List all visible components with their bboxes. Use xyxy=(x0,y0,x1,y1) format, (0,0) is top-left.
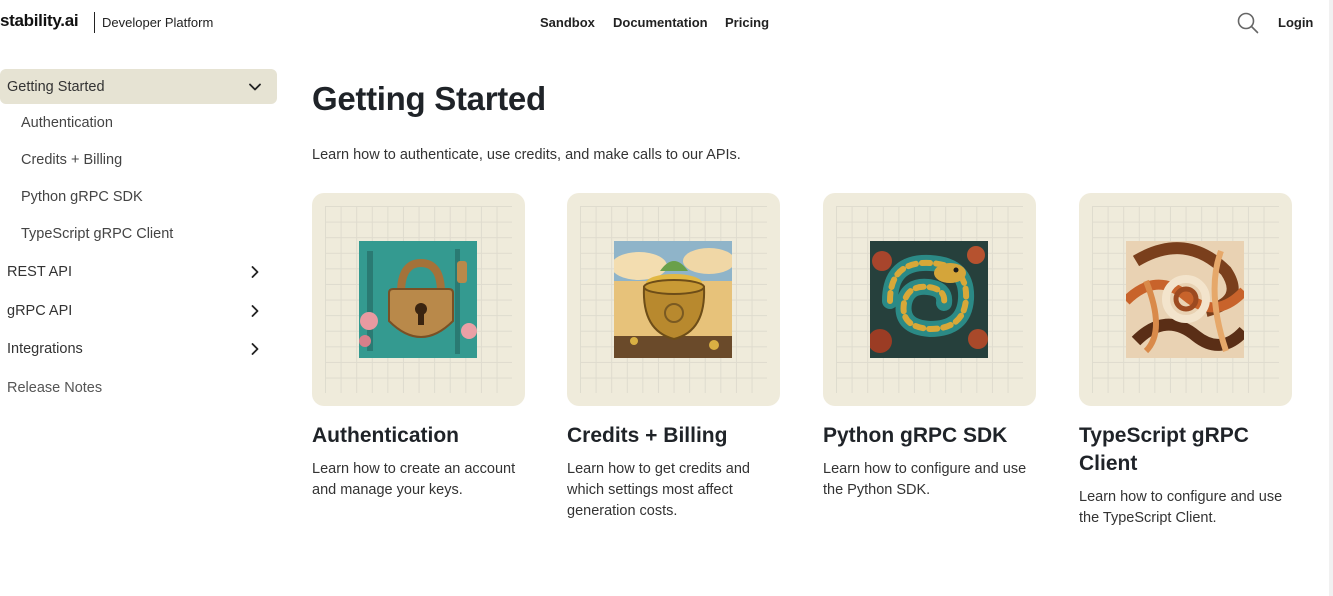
card-description: Learn how to create an account and manag… xyxy=(312,461,516,498)
sidebar-item-label: Authentication xyxy=(21,115,113,131)
sidebar-item-typescript-client[interactable]: TypeScript gRPC Client xyxy=(0,216,277,251)
platform-label: Developer Platform xyxy=(102,15,214,30)
page-description: Learn how to authenticate, use credits, … xyxy=(312,147,741,163)
card-image-frame xyxy=(823,193,1036,406)
stability-logo[interactable]: stability.ai xyxy=(0,11,79,31)
login-link[interactable]: Login xyxy=(1278,15,1313,30)
sidebar-item-label: Release Notes xyxy=(7,380,103,396)
sidebar-item-release-notes[interactable]: Release Notes xyxy=(0,370,277,405)
sidebar-item-authentication[interactable]: Authentication xyxy=(0,105,277,140)
card-description: Learn how to get credits and which setti… xyxy=(567,461,750,519)
sidebar-item-label: Getting Started xyxy=(7,79,105,95)
card-typescript-client[interactable]: TypeScript gRPC Client Learn how to conf… xyxy=(1079,193,1293,526)
card-image-frame xyxy=(567,193,780,406)
sidebar-item-integrations[interactable]: Integrations xyxy=(0,331,277,366)
card-description: Learn how to configure and use the Pytho… xyxy=(823,461,1027,498)
card-python-sdk[interactable]: Python gRPC SDK Learn how to configure a… xyxy=(823,193,1037,498)
chevron-right-icon[interactable] xyxy=(247,341,263,357)
chevron-right-icon[interactable] xyxy=(247,303,263,319)
card-credits-billing[interactable]: Credits + Billing Learn how to get credi… xyxy=(567,193,781,519)
nav-sandbox[interactable]: Sandbox xyxy=(540,15,595,30)
search-icon[interactable] xyxy=(1237,12,1259,34)
sidebar-item-getting-started[interactable]: Getting Started xyxy=(0,69,277,104)
card-authentication[interactable]: Authentication Learn how to create an ac… xyxy=(312,193,526,498)
abstract-swirl-image xyxy=(1126,241,1244,358)
sidebar-item-python-sdk[interactable]: Python gRPC SDK xyxy=(0,179,277,214)
card-title: TypeScript gRPC Client xyxy=(1079,424,1249,475)
top-header: stability.ai Developer Platform Sandbox … xyxy=(0,0,1333,46)
sidebar-item-label: Python gRPC SDK xyxy=(21,189,143,205)
nav-documentation[interactable]: Documentation xyxy=(613,15,708,30)
page-title: Getting Started xyxy=(312,80,546,117)
page-scrollbar[interactable] xyxy=(1329,0,1333,596)
sidebar-item-label: Credits + Billing xyxy=(21,152,123,168)
card-title: Python gRPC SDK xyxy=(823,424,1008,447)
sidebar-item-label: gRPC API xyxy=(7,303,73,319)
sidebar-item-rest-api[interactable]: REST API xyxy=(0,254,277,289)
chevron-down-icon[interactable] xyxy=(247,79,263,95)
sidebar-item-label: REST API xyxy=(7,264,73,280)
nav-pricing[interactable]: Pricing xyxy=(725,15,769,30)
pot-of-gold-image xyxy=(614,241,732,358)
sidebar-item-label: Integrations xyxy=(7,341,83,357)
card-title: Credits + Billing xyxy=(567,424,728,447)
sidebar-item-label: TypeScript gRPC Client xyxy=(21,226,174,242)
card-image-frame xyxy=(1079,193,1292,406)
card-title: Authentication xyxy=(312,424,459,447)
padlock-image xyxy=(359,241,477,358)
chevron-right-icon[interactable] xyxy=(247,264,263,280)
card-description: Learn how to configure and use the TypeS… xyxy=(1079,489,1283,526)
sidebar-item-grpc-api[interactable]: gRPC API xyxy=(0,293,277,328)
python-snake-image xyxy=(870,241,988,358)
logo-divider xyxy=(94,12,95,33)
sidebar-item-credits-billing[interactable]: Credits + Billing xyxy=(0,142,277,177)
card-image-frame xyxy=(312,193,525,406)
